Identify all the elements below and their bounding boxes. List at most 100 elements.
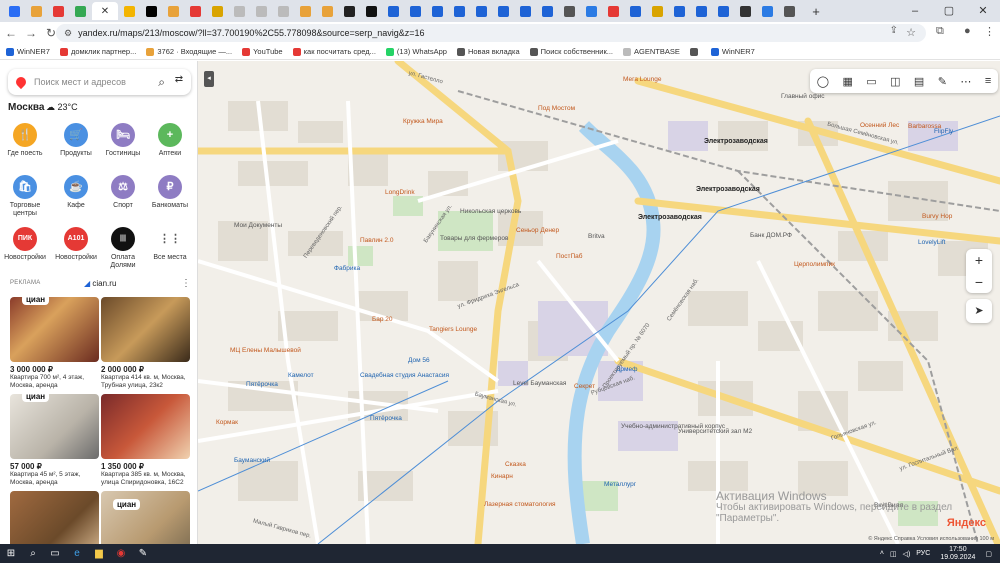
map-poi-label[interactable]: Пятёрочка [370,415,402,422]
map-poi-label[interactable]: Britva [588,233,605,240]
ad-more-icon[interactable]: ⋮ [181,278,191,289]
back-icon[interactable]: ← [2,26,20,40]
bookmark-item[interactable]: WinNER7 [6,47,50,56]
map-poi-label[interactable]: Бауманский [234,457,270,464]
browser-tab[interactable] [273,2,294,20]
browser-tab[interactable] [229,2,250,20]
category-grid[interactable]: ⋮⋮ Все места [148,227,192,262]
tray-arrow-icon[interactable]: ˄ [880,550,884,557]
map-poi-label[interactable]: Главный офис [781,93,825,100]
weather[interactable]: ☁ 23°C [46,102,78,113]
listing-card[interactable]: 2 000 000 ₽ Квартира 414 кв. м, Москва, Т… [101,297,190,389]
bookmark-item[interactable] [689,47,701,56]
browser-tab[interactable] [691,2,712,20]
browser-tab[interactable] [4,2,25,20]
browser-tab[interactable] [427,2,448,20]
listing-card[interactable]: 1 350 000 ₽ Квартира 385 кв. м, Москва, у… [101,394,190,486]
map-poi-label[interactable]: Фабрика [334,265,360,272]
search-box[interactable]: Поиск мест и адресов ⌕ ⇄ [8,69,191,95]
metro-station-label[interactable]: Электрозаводская [638,214,702,221]
browser-tab[interactable] [141,2,162,20]
maximize-button[interactable]: ▢ [932,0,966,22]
search-input[interactable]: Поиск мест и адресов [34,77,158,87]
category-a101[interactable]: A101 Новостройки [54,227,98,262]
bus-icon[interactable]: ◫ [890,75,900,88]
map-poi-label[interactable]: Камелот [288,372,314,379]
forward-icon[interactable]: → [22,26,40,40]
map-poi-label[interactable]: Сказка [505,461,526,468]
map-poi-label[interactable]: Лазерная стоматология [484,501,556,508]
browser-menu-icon[interactable]: ⋮ [984,25,995,38]
browser-tab[interactable] [493,2,514,20]
extensions-icon[interactable]: ⧉ [936,25,944,38]
browser-tab[interactable] [669,2,690,20]
share-icon[interactable]: ⇪ [890,25,898,36]
zoom-out-button[interactable]: − [966,271,992,293]
browser-tab[interactable] [119,2,140,20]
map-poi-label[interactable]: Свадебная студия Анастасия [360,372,449,379]
listing-card[interactable] [10,491,99,544]
browser-tab[interactable] [317,2,338,20]
category-basket[interactable]: 🛒 Продукты [54,123,98,158]
map-poi-label[interactable]: Кружка Мира [403,118,443,125]
transit-icon[interactable]: ▭ [866,75,876,88]
browser-tab[interactable] [163,2,184,20]
close-tab-icon[interactable]: ✕ [101,6,109,17]
network-icon[interactable]: ◫ [890,550,897,558]
category-dolyami[interactable]: ||| Оплата Долями [101,227,145,270]
url-field[interactable]: ⚙ yandex.ru/maps/213/moscow/?ll=37.70019… [56,24,926,42]
category-fork[interactable]: 🍴 Где поесть [3,123,47,158]
bookmark-item[interactable]: как посчитать сред... [292,47,376,56]
map-poi-label[interactable]: Tangiers Lounge [429,326,477,333]
map-poi-label[interactable]: Павлин 2.0 [360,237,393,244]
ruler-icon[interactable]: ✎ [938,75,947,88]
clock[interactable]: 17:50 19.09.2024 [940,546,975,562]
listing-card[interactable]: циан [101,491,190,544]
category-dumbbell[interactable]: ⚖ Спорт [101,175,145,210]
browser-tab[interactable] [48,2,69,20]
category-bed[interactable]: 🛏 Гостиницы [101,123,145,158]
browser-tab[interactable] [251,2,272,20]
category-plus[interactable]: + Аптеки [148,123,192,158]
browser-tab[interactable] [625,2,646,20]
browser-tab[interactable] [295,2,316,20]
map-poi-label[interactable]: Сеньор Денер [516,227,559,234]
minimize-button[interactable]: – [898,0,932,22]
category-cup[interactable]: ☕ Кафе [54,175,98,210]
bookmark-item[interactable]: 3762 · Входящие —... [146,47,232,56]
browser-tab[interactable] [647,2,668,20]
browser-tab[interactable] [405,2,426,20]
browser-tab[interactable] [603,2,624,20]
traffic-icon[interactable]: ▦ [842,75,852,88]
map-poi-label[interactable]: Под Мостом [538,105,575,112]
notifications-icon[interactable]: ▢ [985,550,992,558]
metro-station-label[interactable]: Электрозаводская [696,186,760,193]
map-footer[interactable]: © Яндекс Справка Условия использования 1… [868,536,994,542]
bookmark-item[interactable]: (13) WhatsApp [385,47,447,56]
category-ruble[interactable]: ₽ Банкоматы [148,175,192,210]
listing-photo[interactable]: циан [101,491,190,544]
route-icon[interactable]: ⇄ [171,74,187,90]
map-poi-label[interactable]: Секрет [574,383,595,390]
map-poi-label[interactable]: Церполимпик [794,261,835,268]
map-poi-label[interactable]: МЦ Елены Малышевой [230,347,301,354]
layers-icon[interactable]: ◯ [817,75,829,88]
listing-photo[interactable]: циан [10,394,99,459]
listing-photo[interactable] [10,491,99,544]
map-canvas[interactable]: ◂ ◯ ▦ ▭ ◫ ▤ ✎ ⋯ ≡ + − ➤ ул. Гастелло Мега… [198,61,1000,544]
search-icon[interactable]: ⌕ [22,548,44,559]
browser-tab[interactable] [537,2,558,20]
map-poi-label[interactable]: ПостПаб [556,253,583,260]
browser-tab[interactable] [779,2,800,20]
app-icon[interactable]: ✎ [132,548,154,559]
map-poi-label[interactable]: Мои Документы [234,222,282,229]
language-indicator[interactable]: РУС [916,550,930,557]
listing-card[interactable]: циан 3 000 000 ₽ Квартира 700 м², 4 этаж, … [10,297,99,389]
map-poi-label[interactable]: Никольская церковь [460,208,521,215]
category-bag[interactable]: 🛍 Торговые центры [3,175,47,218]
menu-icon[interactable]: ≡ [985,75,991,87]
bookmark-star-icon[interactable]: ☆ [906,26,916,39]
map-poi-label[interactable]: Университетский зал М2 [678,428,752,435]
map-poi-label[interactable]: Level Бауманская [513,380,566,387]
metro-station-label[interactable]: Электрозаводская [704,138,768,145]
